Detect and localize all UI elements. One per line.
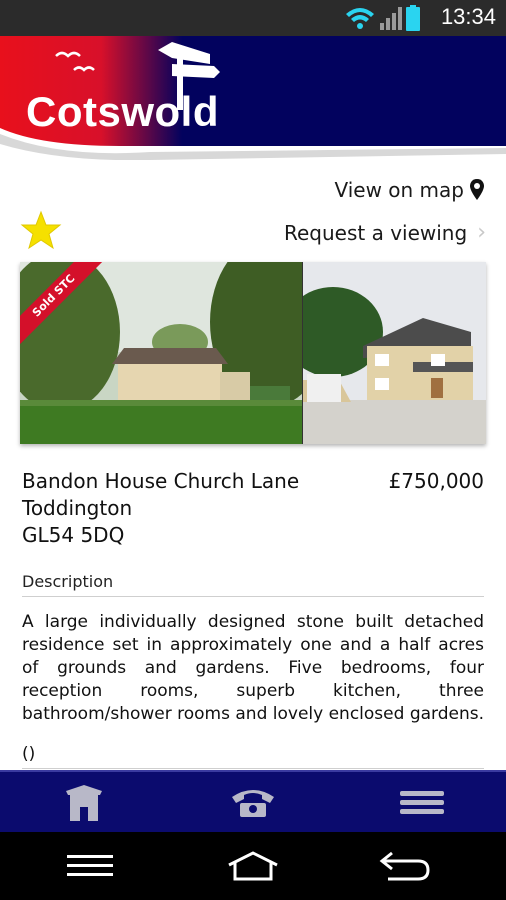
address-line-2: Toddington <box>22 496 133 520</box>
wifi-icon <box>346 8 374 29</box>
property-price: £750,000 <box>388 469 484 493</box>
back-icon <box>379 851 430 881</box>
menu-icon <box>400 791 444 814</box>
logo-text: Cotswold <box>26 88 219 135</box>
postcode: GL54 5DQ <box>22 523 125 547</box>
system-nav-bar <box>0 832 506 900</box>
description-heading: Description <box>22 572 114 591</box>
view-on-map-label: View on map <box>334 178 464 202</box>
clock: 13:34 <box>440 4 496 29</box>
property-detail: View on map Request a viewing › Sold STC… <box>0 160 506 770</box>
view-on-map-link[interactable]: View on map <box>334 178 484 202</box>
status-bar: 13:34 <box>0 0 506 36</box>
system-home-button[interactable] <box>183 832 323 900</box>
address-line-1: Bandon House Church Lane <box>22 469 300 493</box>
request-viewing-label: Request a viewing <box>283 220 468 245</box>
chevron-right-icon: › <box>477 220 486 245</box>
back-button[interactable] <box>334 832 474 900</box>
status-icons <box>346 5 420 31</box>
request-viewing-link[interactable]: Request a viewing › <box>284 220 486 245</box>
bottom-nav <box>0 770 506 834</box>
divider <box>22 768 484 769</box>
description-extra: () <box>22 744 36 764</box>
nav-home-button[interactable] <box>0 772 168 834</box>
nav-call-button[interactable] <box>169 772 337 834</box>
app-header: Cotswold <box>0 36 506 160</box>
nav-menu-button[interactable] <box>338 772 506 834</box>
photo-gallery[interactable]: Sold STC <box>20 262 486 444</box>
home-icon <box>66 785 102 821</box>
description-body: A large individually designed stone buil… <box>22 612 484 724</box>
favourite-star-icon[interactable] <box>20 210 62 252</box>
battery-icon <box>406 5 420 31</box>
property-photo-1[interactable]: Sold STC <box>20 262 302 444</box>
property-photo-2[interactable] <box>302 262 486 444</box>
divider <box>22 596 484 597</box>
property-address: Bandon House Church Lane Toddington GL54… <box>22 468 299 549</box>
phone-icon <box>232 790 274 817</box>
map-pin-icon <box>470 179 484 200</box>
recent-apps-button[interactable] <box>20 832 160 900</box>
recent-apps-icon <box>67 855 113 876</box>
home-icon <box>228 851 278 881</box>
signal-icon <box>380 7 402 30</box>
